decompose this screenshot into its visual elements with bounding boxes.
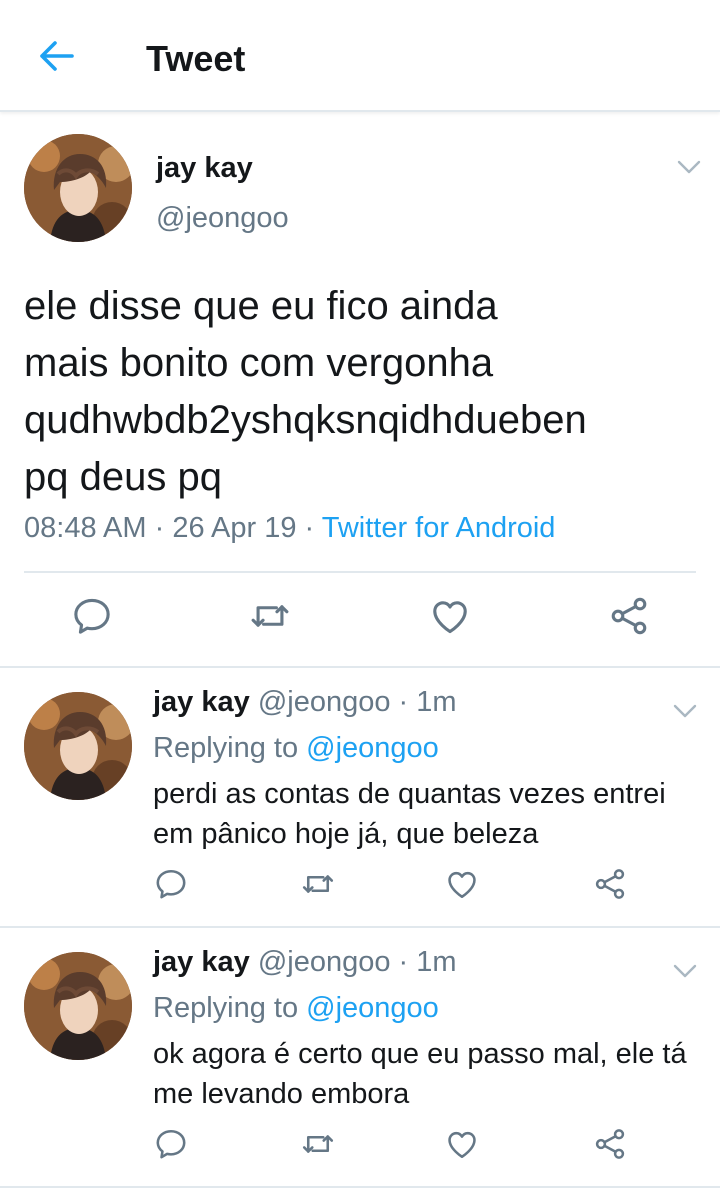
tweet-text-line: pq deus pq [24,455,222,499]
reply-text: perdi as contas de quantas vezes entrei … [153,774,703,854]
reply-header: jay kay @jeongoo · 1m [153,686,457,719]
meta-separator: · [146,512,173,544]
retweet-icon[interactable] [248,594,292,638]
chevron-down-icon[interactable] [676,158,702,176]
like-icon[interactable] [428,594,472,638]
app-bar: Tweet [0,0,720,112]
tweet-time: 08:48 AM [24,512,147,544]
share-icon[interactable] [592,1126,628,1162]
tweet-actions [0,594,720,644]
reply-text-line: ok agora é certo que eu passo mal, ele t… [153,1038,687,1070]
reply-icon[interactable] [153,866,189,902]
tweet-text-line: ele disse que eu fico ainda [24,284,498,328]
share-icon[interactable] [592,866,628,902]
like-icon[interactable] [444,866,480,902]
tweet-date: 26 Apr 19 [172,512,297,544]
reply-actions [0,866,720,906]
replying-to: Replying to @jeongoo [153,732,439,765]
meta-separator: · [390,686,417,718]
meta-separator: · [296,512,322,544]
reply-icon[interactable] [70,594,114,638]
chevron-down-icon[interactable] [672,962,698,980]
reply-text: ok agora é certo que eu passo mal, ele t… [153,1034,703,1114]
tweet-source-link[interactable]: Twitter for Android [322,512,556,544]
reply-text-line: perdi as contas de quantas vezes entrei [153,778,666,810]
author-handle[interactable]: @jeongoo [156,202,289,235]
share-icon[interactable] [607,594,651,638]
chevron-down-icon[interactable] [672,702,698,720]
page-title: Tweet [146,38,246,79]
replying-prefix: Replying to [153,732,307,764]
reply-time: 1m [416,686,457,718]
tweet-text: ele disse que eu fico ainda mais bonito … [24,278,704,506]
reply-actions [0,1126,720,1166]
replying-to-link[interactable]: @jeongoo [306,732,439,764]
reply-icon[interactable] [153,1126,189,1162]
retweet-icon[interactable] [300,1126,336,1162]
avatar[interactable] [24,952,132,1060]
tweet-text-line: qudhwbdb2yshqksnqidhdueben [24,398,587,442]
avatar[interactable] [24,134,132,242]
meta-separator: · [390,946,417,978]
arrow-left-icon [40,41,74,71]
tweet-meta: 08:48 AM · 26 Apr 19 · Twitter for Andro… [24,512,555,545]
author-name[interactable]: jay kay [156,152,253,185]
reply-header: jay kay @jeongoo · 1m [153,946,457,979]
back-button[interactable] [36,38,76,74]
reply-tweet[interactable]: jay kay @jeongoo · 1m Replying to @jeong… [0,928,720,1188]
replying-prefix: Replying to [153,992,307,1024]
author-name[interactable]: jay kay [153,686,250,718]
author-handle[interactable]: @jeongoo [258,686,391,718]
main-tweet: jay kay @jeongoo ele disse que eu fico a… [0,114,720,668]
author-name[interactable]: jay kay [153,946,250,978]
reply-text-line: me levando embora [153,1078,410,1110]
replying-to: Replying to @jeongoo [153,992,439,1025]
reply-tweet[interactable]: jay kay @jeongoo · 1m Replying to @jeong… [0,668,720,928]
tweet-text-line: mais bonito com vergonha [24,341,494,385]
like-icon[interactable] [444,1126,480,1162]
replying-to-link[interactable]: @jeongoo [306,992,439,1024]
divider [24,571,696,573]
reply-time: 1m [416,946,457,978]
retweet-icon[interactable] [300,866,336,902]
author-handle[interactable]: @jeongoo [258,946,391,978]
avatar[interactable] [24,692,132,800]
reply-text-line: em pânico hoje já, que beleza [153,818,539,850]
